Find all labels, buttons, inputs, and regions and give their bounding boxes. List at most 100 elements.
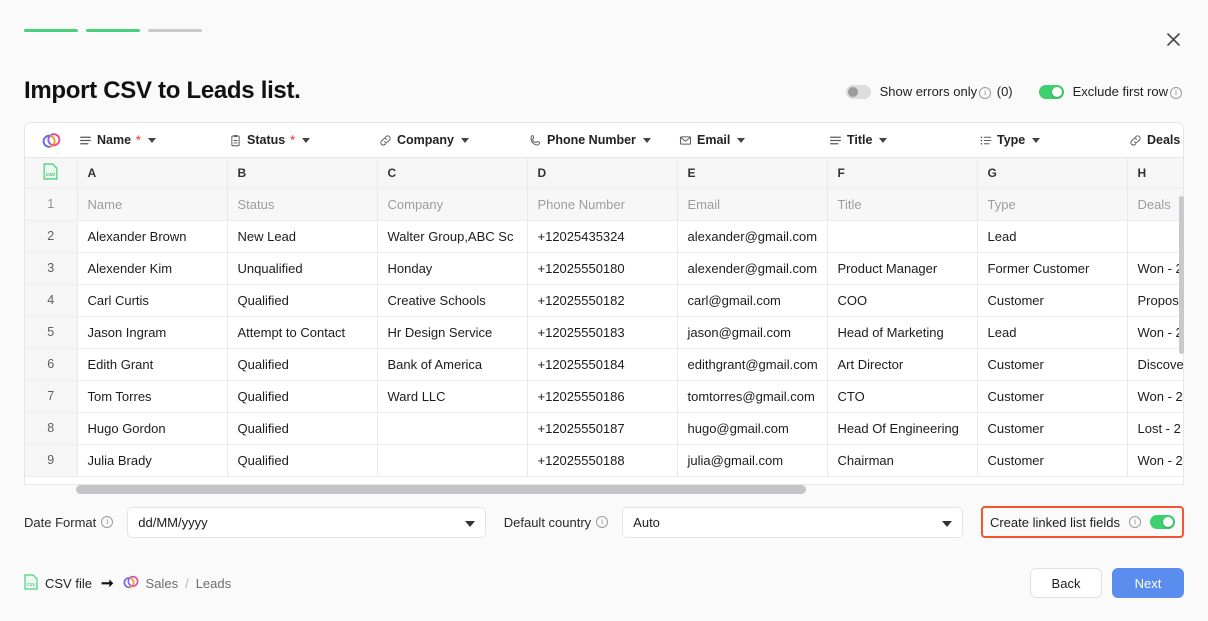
grid-cell[interactable]: Discovery xyxy=(1127,348,1183,381)
grid-cell[interactable]: Won - 2 xyxy=(1127,252,1183,285)
default-country-select[interactable]: Auto xyxy=(622,506,963,538)
grid-cell[interactable]: +12025550187 xyxy=(527,412,678,445)
grid-cell[interactable]: tomtorres@gmail.com xyxy=(677,380,828,413)
grid-cell[interactable]: Status xyxy=(227,188,378,221)
grid-cell[interactable]: Name xyxy=(77,188,228,221)
grid-cell[interactable]: +12025550183 xyxy=(527,316,678,349)
grid-cell[interactable] xyxy=(1127,220,1183,253)
grid-cell[interactable]: hugo@gmail.com xyxy=(677,412,828,445)
grid-cell[interactable]: Head of Marketing xyxy=(827,316,978,349)
grid-cell[interactable]: +12025435324 xyxy=(527,220,678,253)
grid-cell[interactable]: jason@gmail.com xyxy=(677,316,828,349)
grid-cell[interactable]: COO xyxy=(827,284,978,317)
grid-cell[interactable]: Attempt to Contact xyxy=(227,316,378,349)
grid-cell[interactable]: New Lead xyxy=(227,220,378,253)
info-icon[interactable]: i xyxy=(101,516,114,528)
grid-cell[interactable]: +12025550180 xyxy=(527,252,678,285)
mapping-field-name[interactable]: Name * xyxy=(77,133,227,147)
grid-cell[interactable]: Customer xyxy=(977,380,1128,413)
grid-cell[interactable]: Tom Torres xyxy=(77,380,228,413)
grid-cell[interactable]: Product Manager xyxy=(827,252,978,285)
column-header-G[interactable]: G xyxy=(977,158,1128,189)
grid-cell[interactable]: Lead xyxy=(977,316,1128,349)
grid-cell[interactable]: Jason Ingram xyxy=(77,316,228,349)
grid-cell[interactable]: Chairman xyxy=(827,444,978,477)
grid-cell[interactable]: Email xyxy=(677,188,828,221)
grid-cell[interactable]: Customer xyxy=(977,444,1128,477)
column-header-C[interactable]: C xyxy=(377,158,528,189)
grid-cell[interactable]: Won - 2 xyxy=(1127,316,1183,349)
column-header-H[interactable]: H xyxy=(1127,158,1183,189)
grid-cell[interactable]: Qualified xyxy=(227,284,378,317)
grid-cell[interactable]: edithgrant@gmail.com xyxy=(677,348,828,381)
grid-cell[interactable] xyxy=(377,412,528,445)
grid-cell[interactable]: Bank of America xyxy=(377,348,528,381)
info-icon[interactable]: i xyxy=(979,86,992,99)
grid-cell[interactable]: Alexender Kim xyxy=(77,252,228,285)
show-errors-only-toggle[interactable] xyxy=(845,84,871,99)
back-button[interactable]: Back xyxy=(1030,568,1102,598)
grid-cell[interactable]: Lost - 2 xyxy=(1127,412,1183,445)
grid-cell[interactable]: alexander@gmail.com xyxy=(677,220,828,253)
grid-cell[interactable]: +12025550186 xyxy=(527,380,678,413)
grid-cell[interactable]: carl@gmail.com xyxy=(677,284,828,317)
grid-cell[interactable]: Hugo Gordon xyxy=(77,412,228,445)
create-linked-list-fields-toggle[interactable] xyxy=(1150,515,1175,529)
grid-cell[interactable]: Customer xyxy=(977,348,1128,381)
horizontal-scrollbar[interactable] xyxy=(76,485,806,494)
grid-cell[interactable]: Edith Grant xyxy=(77,348,228,381)
grid-cell[interactable]: Walter Group,ABC Sc xyxy=(377,220,528,253)
grid-cell[interactable]: Alexander Brown xyxy=(77,220,228,253)
exclude-first-row-toggle[interactable] xyxy=(1038,84,1064,99)
grid-cell[interactable]: Phone Number xyxy=(527,188,678,221)
next-button[interactable]: Next xyxy=(1112,568,1184,598)
grid-cell[interactable]: Qualified xyxy=(227,348,378,381)
grid-cell[interactable]: Honday xyxy=(377,252,528,285)
column-header-F[interactable]: F xyxy=(827,158,978,189)
grid-cell[interactable]: Customer xyxy=(977,412,1128,445)
grid-cell[interactable]: +12025550188 xyxy=(527,444,678,477)
grid-cell[interactable]: Unqualified xyxy=(227,252,378,285)
grid-cell[interactable]: Qualified xyxy=(227,444,378,477)
grid-cell[interactable]: Ward LLC xyxy=(377,380,528,413)
grid-cell[interactable]: +12025550182 xyxy=(527,284,678,317)
column-header-E[interactable]: E xyxy=(677,158,828,189)
info-icon[interactable]: i xyxy=(1129,516,1141,528)
grid-cell[interactable]: julia@gmail.com xyxy=(677,444,828,477)
grid-cell[interactable]: Type xyxy=(977,188,1128,221)
mapping-field-title[interactable]: Title xyxy=(827,133,977,147)
grid-cell[interactable]: Won - 2 xyxy=(1127,444,1183,477)
grid-cell[interactable]: Lead xyxy=(977,220,1128,253)
grid-cell[interactable]: CTO xyxy=(827,380,978,413)
grid-cell[interactable]: alexender@gmail.com xyxy=(677,252,828,285)
grid-cell[interactable]: Creative Schools xyxy=(377,284,528,317)
grid-cell[interactable]: Former Customer xyxy=(977,252,1128,285)
grid-cell[interactable]: Proposal xyxy=(1127,284,1183,317)
grid-cell[interactable]: Company xyxy=(377,188,528,221)
mapping-field-company[interactable]: Company xyxy=(377,133,527,147)
info-icon[interactable]: i xyxy=(596,516,609,528)
grid-cell[interactable]: Qualified xyxy=(227,380,378,413)
grid-cell[interactable]: Hr Design Service xyxy=(377,316,528,349)
breadcrumb-destination[interactable]: Sales / Leads xyxy=(123,574,231,593)
grid-cell[interactable]: Art Director xyxy=(827,348,978,381)
column-header-B[interactable]: B xyxy=(227,158,378,189)
mapping-field-status[interactable]: Status * xyxy=(227,133,377,147)
grid-cell[interactable]: Deals xyxy=(1127,188,1183,221)
mapping-field-phone-number[interactable]: Phone Number xyxy=(527,133,677,147)
info-icon[interactable]: i xyxy=(1170,86,1182,99)
mapping-field-email[interactable]: Email xyxy=(677,133,827,147)
grid-cell[interactable]: Qualified xyxy=(227,412,378,445)
column-header-A[interactable]: A xyxy=(77,158,228,189)
grid-cell[interactable] xyxy=(377,444,528,477)
mapping-field-type[interactable]: Type xyxy=(977,133,1127,147)
column-header-D[interactable]: D xyxy=(527,158,678,189)
grid-cell[interactable]: Carl Curtis xyxy=(77,284,228,317)
grid-cell[interactable]: Julia Brady xyxy=(77,444,228,477)
grid-cell[interactable]: Customer xyxy=(977,284,1128,317)
grid-cell[interactable]: Head Of Engineering xyxy=(827,412,978,445)
grid-cell[interactable]: Won - 2 xyxy=(1127,380,1183,413)
grid-cell[interactable]: Title xyxy=(827,188,978,221)
date-format-select[interactable]: dd/MM/yyyy xyxy=(127,506,486,538)
close-icon[interactable] xyxy=(1160,26,1186,52)
